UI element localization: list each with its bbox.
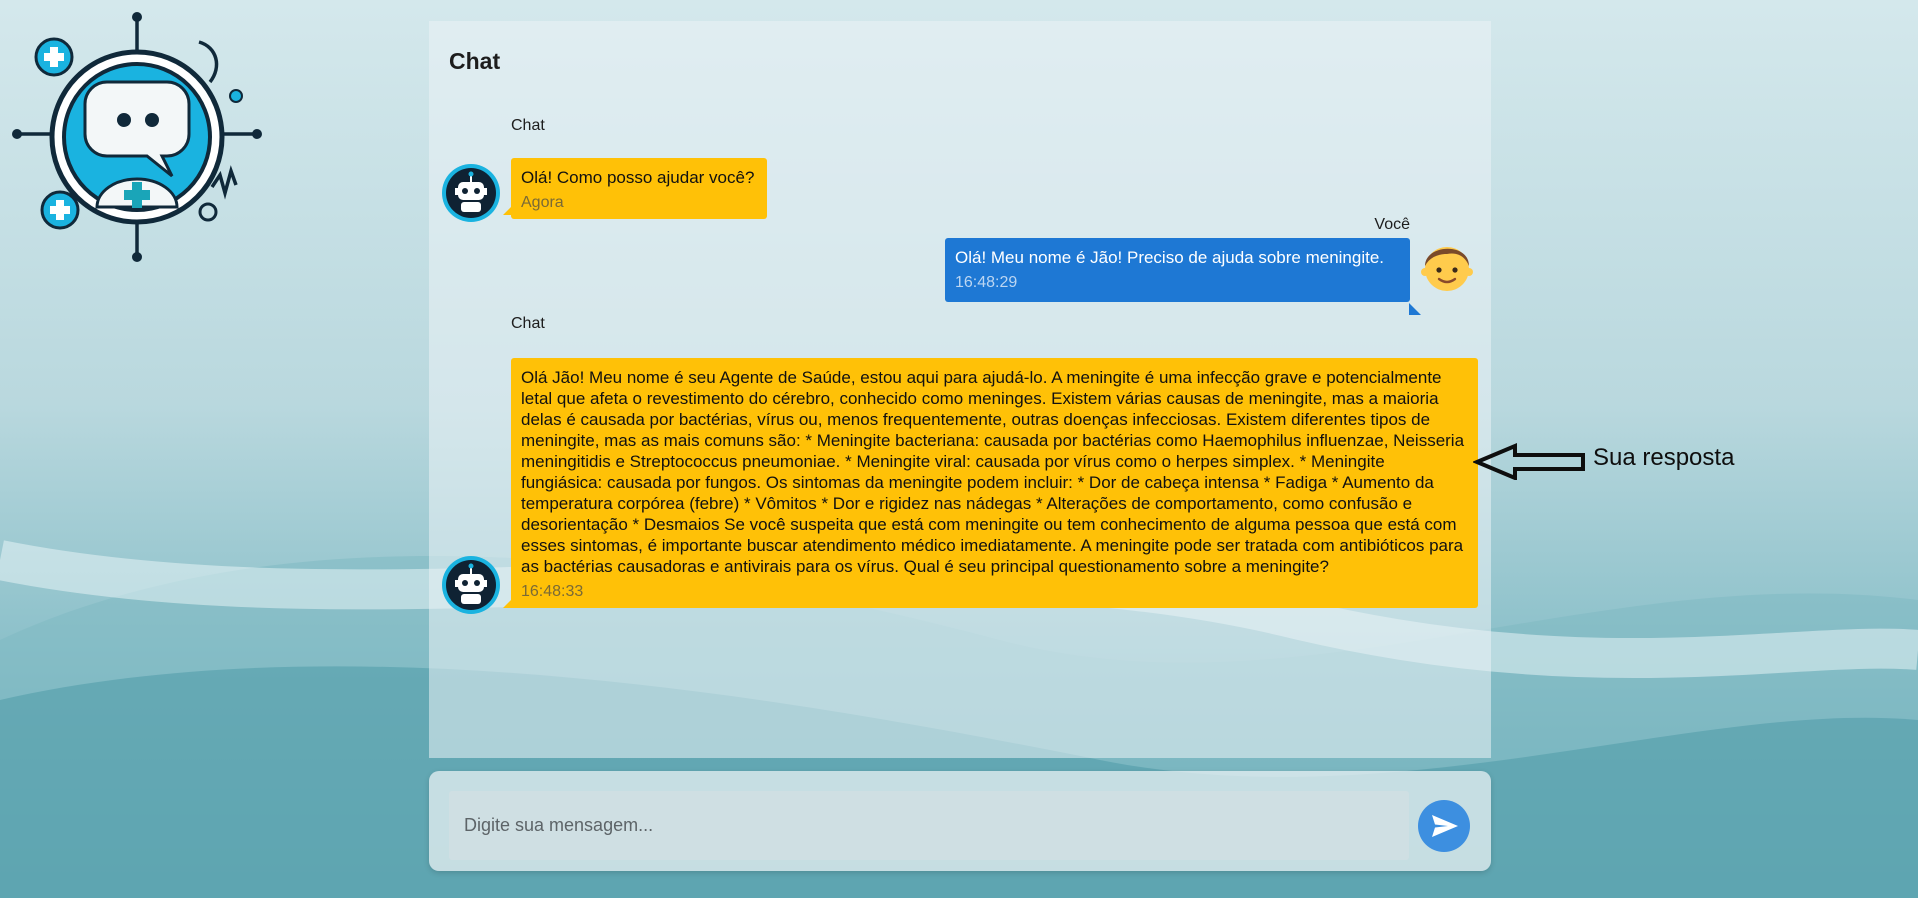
boy-emoji-icon bbox=[1421, 247, 1473, 291]
message-bubble: Olá! Como posso ajudar você? Agora bbox=[511, 158, 767, 219]
message-time: 16:48:29 bbox=[955, 274, 1018, 291]
chat-message-bot: Chat Olá! Como posso ajudar você? Agora bbox=[429, 117, 1491, 227]
message-text: Olá Jão! Meu nome é seu Agente de Saúde,… bbox=[521, 368, 1465, 576]
message-time: Agora bbox=[521, 194, 564, 211]
message-text: Olá! Meu nome é Jão! Preciso de ajuda so… bbox=[955, 248, 1385, 267]
message-sender: Você bbox=[1374, 216, 1410, 233]
message-text: Olá! Como posso ajudar você? bbox=[521, 168, 755, 187]
message-time: 16:48:33 bbox=[521, 583, 584, 600]
chat-panel: Chat Chat Olá! Como posso ajudar você? A… bbox=[429, 21, 1491, 758]
message-sender: Chat bbox=[511, 117, 545, 134]
robot-icon bbox=[442, 164, 500, 222]
message-bubble: Olá! Meu nome é Jão! Preciso de ajuda so… bbox=[945, 238, 1410, 302]
robot-icon bbox=[442, 556, 500, 614]
message-sender: Chat bbox=[511, 315, 545, 332]
send-button[interactable] bbox=[1418, 800, 1470, 852]
left-arrow-icon bbox=[1473, 442, 1585, 480]
message-input[interactable] bbox=[449, 791, 1409, 860]
medical-chatbot-logo bbox=[12, 12, 262, 262]
send-arrow-icon bbox=[1432, 815, 1458, 837]
annotation-label: Sua resposta bbox=[1593, 444, 1735, 471]
message-bubble: Olá Jão! Meu nome é seu Agente de Saúde,… bbox=[511, 358, 1478, 608]
message-composer bbox=[429, 771, 1491, 871]
chat-title: Chat bbox=[449, 48, 501, 74]
chat-message-bot: Chat Olá Jão! Meu nome é seu Agente de S… bbox=[429, 315, 1491, 645]
bubble-tail bbox=[1409, 303, 1421, 315]
chat-message-user: Você Olá! Meu nome é Jão! Preciso de aju… bbox=[429, 216, 1491, 326]
